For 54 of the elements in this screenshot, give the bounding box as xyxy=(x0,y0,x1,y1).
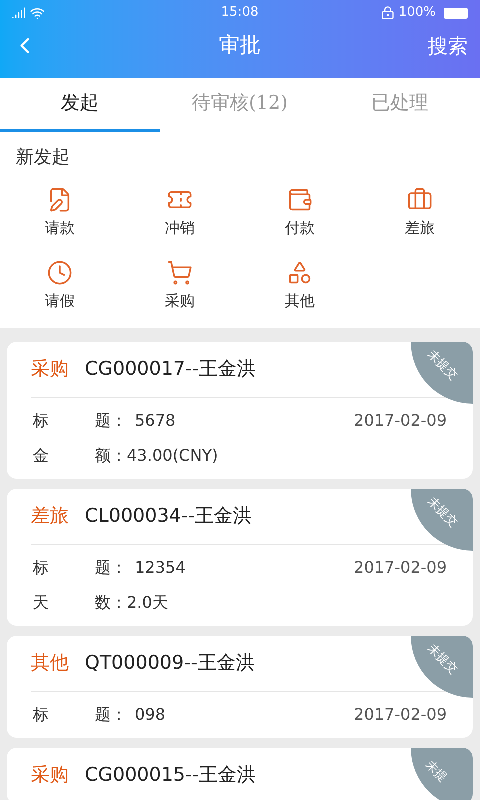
status-ribbon: 未提交 xyxy=(411,342,473,404)
card-type: 采购 xyxy=(31,357,69,382)
action-tile[interactable]: 冲销 xyxy=(120,183,240,244)
field-label: 天 xyxy=(33,592,50,614)
card-type: 采购 xyxy=(31,763,69,788)
card-title: CG000015--王金洪 xyxy=(85,763,256,788)
action-tile[interactable]: 请假 xyxy=(0,256,120,316)
battery-level: 100% xyxy=(398,4,436,22)
approval-card[interactable]: 未提交 其他 QT000009--王金洪 标 题： 098 2017-02-09 xyxy=(7,636,473,738)
wallet-icon xyxy=(287,187,313,213)
action-tile[interactable]: 请款 xyxy=(0,183,120,244)
approval-card[interactable]: 未提交 采购 CG000017--王金洪 标 题： 5678 2017-02-09 金 额：43.00(CNY) xyxy=(7,342,473,479)
field-label: 题： xyxy=(95,410,127,432)
action-tile[interactable]: 采购 xyxy=(120,256,240,316)
card-type: 差旅 xyxy=(31,504,69,530)
card-type: 其他 xyxy=(31,651,69,676)
field-label: 金 xyxy=(33,444,50,466)
field-value: 5678 xyxy=(135,410,176,432)
field-value: 2.0天 xyxy=(127,592,168,614)
field-label: 额： xyxy=(95,444,127,466)
status-ribbon: 未提 xyxy=(411,748,473,800)
field-label: 标 xyxy=(33,410,50,432)
action-tile[interactable]: 其他 xyxy=(240,256,360,316)
field-label: 题： xyxy=(95,556,127,578)
field-label: 标 xyxy=(33,556,50,578)
lock-icon xyxy=(380,6,395,20)
status-ribbon: 未提交 xyxy=(411,636,473,698)
search-button[interactable]: 搜索 xyxy=(428,31,468,61)
field-label: 数： xyxy=(95,592,127,614)
approval-card[interactable]: 未提 采购 CG000015--王金洪 xyxy=(7,748,473,800)
section-title: 新发起 xyxy=(16,147,70,168)
card-title: CL000034--王金洪 xyxy=(85,504,252,530)
field-label: 标 xyxy=(33,704,50,726)
card-date: 2017-02-09 xyxy=(354,704,447,726)
status-time: 15:08 xyxy=(220,4,260,22)
shapes-icon xyxy=(287,260,313,286)
cart-icon xyxy=(167,260,193,286)
field-value: 12354 xyxy=(135,556,186,578)
signal-icon xyxy=(12,6,26,20)
clock-icon xyxy=(47,260,73,286)
card-title: CG000017--王金洪 xyxy=(85,357,256,382)
wifi-icon xyxy=(30,6,45,20)
field-value: 43.00(CNY) xyxy=(127,444,218,466)
action-tile[interactable]: 差旅 xyxy=(360,183,480,244)
page-title: 审批 xyxy=(218,32,262,60)
card-date: 2017-02-09 xyxy=(354,410,447,432)
card-date: 2017-02-09 xyxy=(354,556,447,578)
field-label: 题： xyxy=(95,704,127,726)
status-ribbon: 未提交 xyxy=(411,489,473,551)
field-value: 098 xyxy=(135,704,166,726)
battery-icon xyxy=(444,8,468,18)
action-tile[interactable]: 付款 xyxy=(240,183,360,244)
card-title: QT000009--王金洪 xyxy=(85,651,255,676)
approval-card[interactable]: 未提交 差旅 CL000034--王金洪 标 题： 12354 2017-02-09 天 数：2.0天 xyxy=(7,489,473,626)
